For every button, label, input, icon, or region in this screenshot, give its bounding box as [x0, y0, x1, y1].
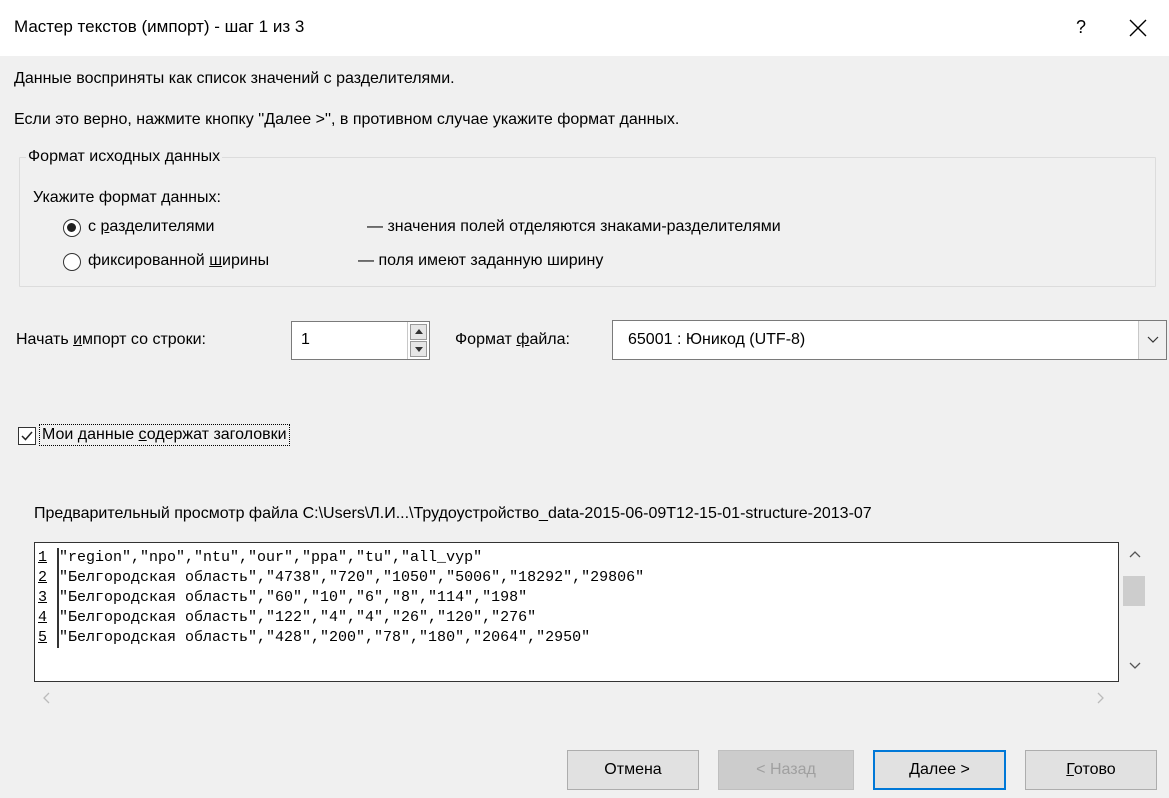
- preview-line: 4 "Белгородская область","122","4","4","2…: [38, 608, 537, 628]
- radio-fixed-width-desc: — поля имеют заданную ширину: [358, 252, 604, 269]
- chevron-right-icon: [1097, 692, 1104, 704]
- preview-line: 1 "region","npo","ntu","our","ppa","tu","…: [38, 548, 483, 568]
- radio-selected-dot: [67, 223, 76, 232]
- format-group-legend: Формат исходных данных: [26, 148, 223, 166]
- checkmark-icon: [21, 431, 33, 441]
- preview-line: [37, 648, 59, 668]
- preview-line: 3 "Белгородская область","60","10","6","8…: [38, 588, 528, 608]
- cancel-button[interactable]: Отмена: [567, 750, 699, 790]
- spin-down-button[interactable]: [410, 341, 427, 357]
- radio-delimited-desc: — значения полей отделяются знаками-разд…: [367, 218, 781, 235]
- chevron-up-icon: [1129, 551, 1141, 558]
- chevron-left-icon: [43, 692, 50, 704]
- close-button[interactable]: [1120, 10, 1156, 46]
- preview-vertical-scrollbar[interactable]: [1120, 542, 1149, 682]
- format-prompt: Укажите формат данных:: [33, 189, 221, 206]
- file-format-label: Формат файла:: [455, 331, 570, 348]
- preview-area[interactable]: 1 "region","npo","ntu","our","ppa","tu","…: [34, 542, 1119, 682]
- chevron-down-icon: [1129, 662, 1141, 669]
- chevron-down-icon: [1147, 336, 1159, 343]
- help-button[interactable]: ?: [1066, 12, 1096, 42]
- file-format-value: 65001 : Юникод (UTF-8): [628, 331, 806, 348]
- radio-fixed-width-label[interactable]: фиксированной ширины: [88, 252, 269, 270]
- radio-delimited-label[interactable]: с разделителями: [88, 218, 215, 236]
- preview-horizontal-scrollbar[interactable]: [34, 684, 1120, 712]
- spin-up-button[interactable]: [410, 324, 427, 340]
- preview-caption: Предварительный просмотр файла C:\Users\…: [34, 505, 872, 522]
- start-row-label: Начать импорт со строки:: [16, 331, 206, 348]
- start-row-value: 1: [301, 331, 310, 348]
- file-format-select[interactable]: 65001 : Юникод (UTF-8): [612, 320, 1167, 360]
- preview-line: 5 "Белгородская область","428","200","78"…: [38, 628, 591, 648]
- intro-line-1: Данные восприняты как список значений с …: [14, 70, 455, 87]
- title-bar: Мастер текстов (импорт) - шаг 1 из 3 ?: [0, 0, 1169, 56]
- file-format-dropdown-button[interactable]: [1138, 321, 1166, 359]
- preview-line: 2 "Белгородская область","4738","720","10…: [38, 568, 645, 588]
- finish-button[interactable]: Готово: [1025, 750, 1157, 790]
- headers-checkbox[interactable]: [18, 427, 36, 445]
- radio-fixed-width[interactable]: [63, 253, 81, 271]
- close-icon: [1129, 19, 1147, 37]
- headers-checkbox-label[interactable]: Мои данные содержат заголовки: [39, 424, 290, 446]
- next-button[interactable]: Далее >: [873, 750, 1006, 790]
- radio-delimited[interactable]: [63, 219, 81, 237]
- start-row-spinner[interactable]: 1: [291, 321, 430, 360]
- back-button[interactable]: < Назад: [718, 750, 854, 790]
- scrollbar-thumb[interactable]: [1123, 576, 1145, 606]
- window-title: Мастер текстов (импорт) - шаг 1 из 3: [14, 17, 305, 36]
- spinner-buttons: [407, 322, 429, 359]
- intro-line-2: Если это верно, нажмите кнопку ''Далее >…: [14, 111, 680, 128]
